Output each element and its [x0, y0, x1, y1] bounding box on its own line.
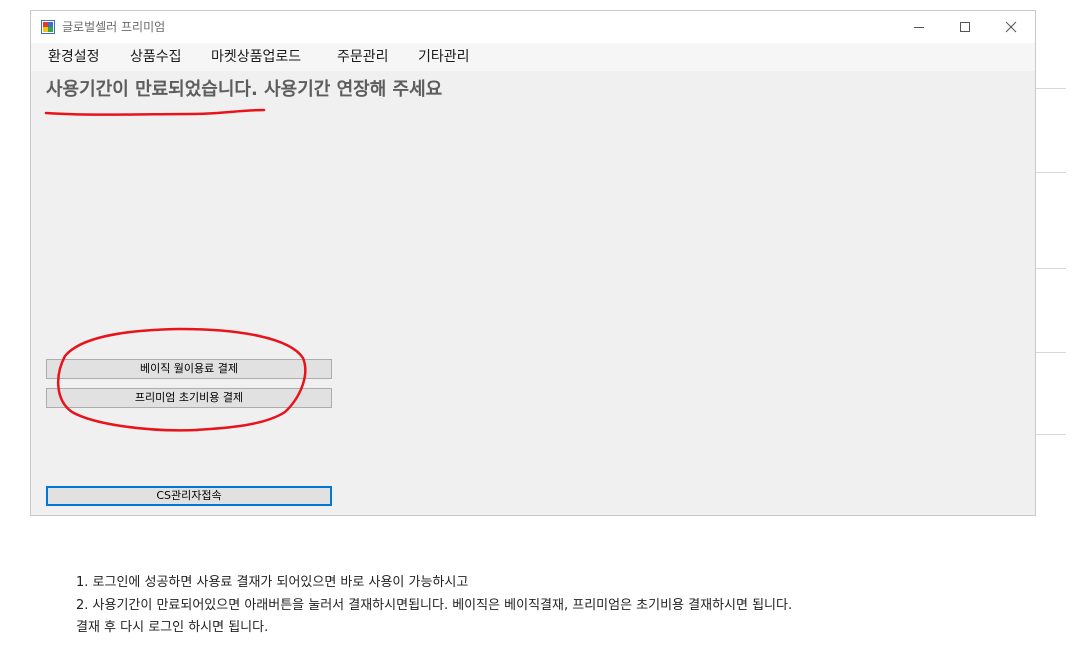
menu-bar: 환경설정 상품수집 마켓상품업로드 주문관리 기타관리: [31, 43, 1035, 71]
premium-initial-payment-button[interactable]: 프리미엄 초기비용 결제: [46, 388, 332, 408]
minimize-button[interactable]: [896, 11, 942, 43]
instruction-line-2: 2. 사용기간이 만료되어있으면 아래버튼을 눌러서 결재하시면됩니다. 베이직…: [76, 597, 793, 613]
menu-item-market-upload[interactable]: 마켓상품업로드: [211, 48, 301, 66]
expiration-message: 사용기간이 만료되었습니다. 사용기간 연장해 주세요: [46, 79, 443, 100]
basic-monthly-payment-button[interactable]: 베이직 월이용료 결제: [46, 359, 332, 379]
title-bar[interactable]: 글로벌셀러 프리미엄: [31, 11, 1035, 43]
maximize-icon: [960, 22, 970, 32]
background-rule: [1036, 88, 1066, 89]
background-rule: [1036, 268, 1066, 269]
instruction-line-3: 결재 후 다시 로그인 하시면 됩니다.: [76, 620, 269, 635]
app-window: 글로벌셀러 프리미엄 환경설정 상품수집 마켓상품업로드 주문관리 기타관리 사…: [30, 10, 1036, 516]
background-rule: [1036, 172, 1066, 173]
instructions-text: 1. 로그인에 성공하면 사용료 결재가 되어있으면 바로 사용이 가능하시고 …: [76, 572, 792, 640]
minimize-icon: [914, 27, 924, 28]
close-button[interactable]: [988, 11, 1034, 43]
app-window-icon: [41, 20, 55, 34]
menu-item-other-management[interactable]: 기타관리: [418, 48, 470, 66]
background-rule: [1036, 352, 1066, 353]
cs-admin-connect-button[interactable]: CS관리자접속: [46, 486, 332, 506]
menu-item-product-collection[interactable]: 상품수집: [130, 48, 182, 66]
window-title: 글로벌셀러 프리미엄: [62, 20, 166, 34]
menu-item-order-management[interactable]: 주문관리: [337, 48, 389, 66]
background-rule: [1036, 434, 1066, 435]
menu-item-settings[interactable]: 환경설정: [48, 48, 100, 66]
instruction-line-1: 1. 로그인에 성공하면 사용료 결재가 되어있으면 바로 사용이 가능하시고: [76, 575, 469, 590]
maximize-button[interactable]: [942, 11, 988, 43]
close-icon: [1005, 21, 1017, 33]
